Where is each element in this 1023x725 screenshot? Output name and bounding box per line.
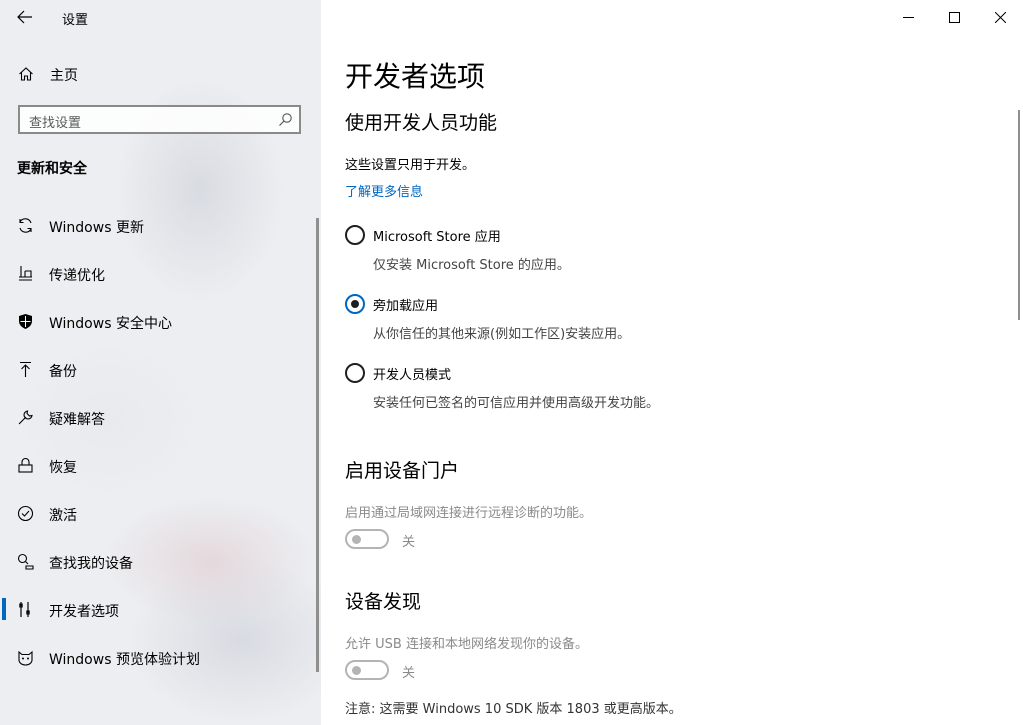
device-portal-description: 启用通过局域网连接进行远程诊断的功能。: [345, 506, 593, 521]
sidebar-item-label: Windows 安全中心: [49, 316, 172, 332]
sidebar-item-activation[interactable]: 激活: [0, 490, 321, 538]
sidebar-item-backup[interactable]: 备份: [0, 346, 321, 394]
sidebar-item-troubleshoot[interactable]: 疑难解答: [0, 394, 321, 442]
back-arrow-icon: [17, 10, 32, 24]
find-device-icon: [17, 553, 34, 570]
device-portal-heading: 启用设备门户: [345, 460, 460, 482]
refresh-icon: [19, 218, 32, 233]
learn-more-link[interactable]: 了解更多信息: [345, 181, 423, 200]
search-placeholder: 查找设置: [29, 116, 82, 131]
sidebar-item-windows-update[interactable]: Windows 更新: [0, 202, 321, 250]
sidebar-item-label: 恢复: [49, 460, 77, 476]
device-portal-toggle[interactable]: [345, 529, 389, 549]
home-icon: [19, 67, 33, 81]
minimize-icon: [902, 16, 914, 18]
device-portal-toggle-state: 关: [402, 535, 416, 550]
sidebar-item-label: 激活: [49, 508, 77, 524]
back-button[interactable]: [14, 6, 36, 28]
device-discovery-heading: 设备发现: [345, 591, 422, 613]
main-scrollbar[interactable]: [1018, 110, 1020, 320]
sidebar-item-recovery[interactable]: 恢复: [0, 442, 321, 490]
titlebar-left: 设置: [0, 0, 321, 34]
maximize-button[interactable]: [931, 0, 977, 34]
sidebar-item-label: 查找我的设备: [49, 556, 133, 572]
close-icon: [994, 11, 1006, 23]
shield-icon: [19, 314, 32, 329]
radio-button-checked[interactable]: [345, 294, 365, 314]
radio-label: Microsoft Store 应用: [373, 230, 501, 245]
device-discovery-description: 允许 USB 连接和本地网络发现你的设备。: [345, 637, 588, 652]
sidebar-item-label: 开发者选项: [49, 604, 119, 620]
sidebar-scrollbar[interactable]: [316, 218, 319, 672]
dev-features-description: 这些设置只用于开发。: [345, 158, 476, 173]
radio-label: 旁加载应用: [373, 299, 439, 314]
backup-upload-icon: [20, 361, 31, 377]
insider-cat-icon: [18, 650, 33, 666]
radio-description: 安装任何已签名的可信应用并使用高级开发功能。: [373, 396, 660, 411]
device-discovery-toggle-state: 关: [402, 666, 416, 681]
main-content: 开发者选项 使用开发人员功能 这些设置只用于开发。 了解更多信息 Microso…: [321, 0, 1023, 725]
recovery-icon: [18, 457, 33, 473]
radio-description: 仅安装 Microsoft Store 的应用。: [373, 258, 570, 273]
sidebar-item-label: 传递优化: [49, 268, 105, 284]
search-input[interactable]: 查找设置: [18, 105, 301, 134]
nav-home[interactable]: 主页: [0, 58, 321, 90]
delivery-optimization-icon: [19, 266, 32, 281]
device-discovery-toggle[interactable]: [345, 660, 389, 680]
check-circle-icon: [17, 505, 34, 522]
sidebar-item-security-center[interactable]: Windows 安全中心: [0, 298, 321, 346]
nav-home-label: 主页: [50, 68, 78, 84]
sdk-note: 注意: 这需要 Windows 10 SDK 版本 1803 或更高版本。: [345, 702, 682, 717]
wrench-icon: [18, 410, 33, 425]
radio-button[interactable]: [345, 363, 365, 383]
sidebar-item-label: Windows 预览体验计划: [49, 652, 200, 668]
dev-features-heading: 使用开发人员功能: [345, 112, 498, 134]
sidebar-item-insider-program[interactable]: Windows 预览体验计划: [0, 634, 321, 682]
radio-button[interactable]: [345, 225, 365, 245]
sidebar-item-delivery-optimization[interactable]: 传递优化: [0, 250, 321, 298]
section-header: 更新和安全: [17, 161, 87, 177]
nav-list: Windows 更新 传递优化 Windows 安全中心 备份 疑难解答 恢复 …: [0, 202, 321, 682]
radio-description: 从你信任的其他来源(例如工作区)安装应用。: [373, 327, 631, 342]
search-icon[interactable]: [278, 112, 293, 127]
maximize-icon: [948, 11, 960, 23]
developer-tools-icon: [19, 602, 30, 617]
close-button[interactable]: [977, 0, 1023, 34]
minimize-button[interactable]: [885, 0, 931, 34]
sidebar-item-find-my-device[interactable]: 查找我的设备: [0, 538, 321, 586]
app-title: 设置: [62, 13, 89, 28]
sidebar-item-developer-options[interactable]: 开发者选项: [0, 586, 321, 634]
sidebar-item-label: 备份: [49, 364, 77, 380]
page-title: 开发者选项: [345, 60, 486, 93]
sidebar-item-label: Windows 更新: [49, 220, 144, 236]
sidebar-item-label: 疑难解答: [49, 412, 105, 428]
radio-label: 开发人员模式: [373, 368, 452, 383]
sidebar: 设置 主页 查找设置 更新和安全 Windows 更新 传递优化 Windows…: [0, 0, 321, 725]
active-indicator: [2, 598, 6, 620]
